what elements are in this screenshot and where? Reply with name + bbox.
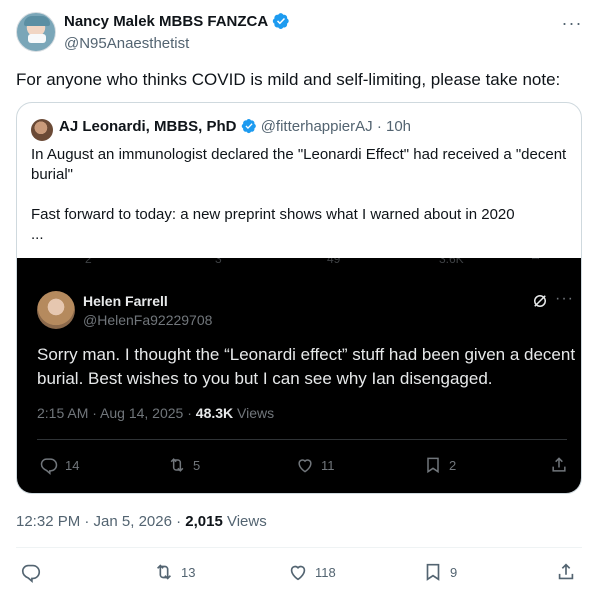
verified-icon (241, 119, 256, 134)
embedded-ghost-action-row: 2 3 49 3.6K ⌑ (17, 258, 581, 270)
quote-text-line1: In August an immunologist declared the "… (31, 146, 567, 183)
quote-text-ellipsis: ... (31, 226, 44, 243)
share-icon (552, 457, 566, 472)
bookmark-count: 9 (450, 564, 458, 580)
reply-icon (21, 564, 41, 583)
embedded-post-text: Sorry man. I thought the “Leonardi effec… (37, 345, 576, 388)
reply-button[interactable] (20, 561, 48, 583)
embedded-screenshot[interactable]: 2 3 49 3.6K ⌑ Helen Farrell @HelenFa9222… (17, 258, 581, 493)
ghost-reply-count: 2 (85, 258, 92, 266)
post-text: For anyone who thinks COVID is mild and … (16, 70, 561, 89)
verified-icon (273, 13, 289, 30)
embedded-views-label: Views (233, 405, 275, 421)
like-button[interactable]: 118 (287, 561, 336, 583)
more-icon[interactable]: ··· (561, 12, 583, 34)
quote-text: In August an immunologist declared the "… (31, 145, 571, 245)
footer-divider (16, 547, 582, 548)
embedded-repost-count: 5 (193, 457, 201, 473)
quote-age: 10h (386, 118, 412, 135)
quoted-post-card[interactable]: AJ Leonardi, MBBS, PhD @fitterhappierAJ … (16, 102, 582, 494)
embedded-like-count: 11 (321, 457, 335, 473)
embedded-reply: 14 (39, 454, 79, 476)
embedded-bookmark: 2 (423, 454, 456, 476)
embedded-share (549, 454, 569, 476)
embedded-repost: 5 (167, 454, 200, 476)
quote-author-name: AJ Leonardi, MBBS, PhD (59, 118, 237, 135)
post-meta: 12:32 PM · Jan 5, 2026 · 2,015 Views (16, 512, 267, 532)
quote-author-avatar (31, 119, 53, 141)
embedded-reply-count: 14 (65, 457, 80, 473)
bookmark-icon (426, 563, 440, 581)
author-handle[interactable]: @N95Anaesthetist (64, 34, 189, 54)
post-views-label: Views (222, 513, 267, 530)
repost-count: 13 (181, 564, 196, 580)
quote-author-handle: @fitterhappierAJ (260, 118, 373, 135)
ghost-like-count: 49 (327, 258, 341, 266)
post-time[interactable]: 12:32 PM · Jan 5, 2026 · (16, 513, 185, 530)
reply-icon (40, 458, 58, 475)
share-icon (558, 563, 574, 580)
quote-header: AJ Leonardi, MBBS, PhD @fitterhappierAJ … (59, 118, 412, 135)
embedded-bookmark-count: 2 (449, 457, 457, 473)
like-count: 118 (315, 564, 336, 580)
ghost-views-count: 3.6K (439, 258, 464, 266)
embedded-divider (37, 439, 567, 440)
grok-icon (534, 295, 546, 307)
like-icon (298, 459, 312, 473)
embedded-more-icon: ··· (555, 290, 574, 307)
author-avatar[interactable] (16, 12, 56, 52)
ghost-bookmark-icon: ⌑ (532, 258, 539, 265)
embedded-post-meta: 2:15 AM · Aug 14, 2025 · 48.3K Views (37, 404, 274, 422)
like-icon (290, 565, 306, 581)
post-views-count: 2,015 (185, 513, 223, 530)
bookmark-icon (427, 457, 439, 474)
quote-text-line2: Fast forward to today: a new preprint sh… (31, 206, 515, 223)
share-button[interactable] (555, 561, 577, 583)
author-name[interactable]: Nancy Malek MBBS FANZCA (64, 13, 268, 30)
embedded-author-handle: @HelenFa92229708 (83, 312, 213, 328)
repost-button[interactable]: 13 (153, 561, 195, 583)
embedded-like: 11 (295, 454, 335, 476)
bookmark-button[interactable]: 9 (422, 561, 457, 583)
author-name-row[interactable]: Nancy Malek MBBS FANZCA (64, 12, 290, 32)
embedded-time: 2:15 AM · Aug 14, 2025 · (37, 405, 196, 421)
ghost-repost-count: 3 (215, 258, 222, 266)
embedded-author-name: Helen Farrell (83, 293, 168, 309)
embedded-author-avatar (37, 291, 75, 329)
embedded-views-count: 48.3K (195, 405, 234, 421)
repost-icon (156, 564, 172, 580)
repost-icon (170, 458, 184, 472)
